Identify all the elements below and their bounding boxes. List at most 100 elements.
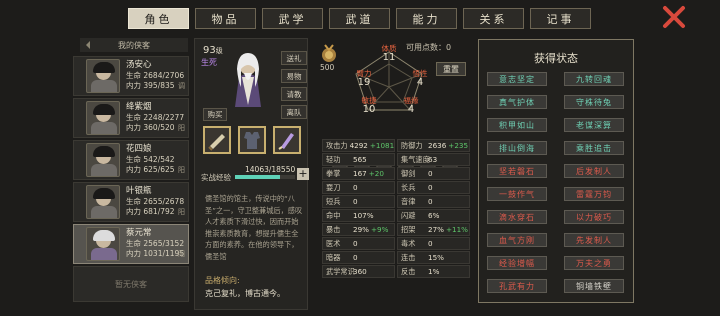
tab-journal[interactable]: 记事 [530, 8, 591, 29]
status-panel: 获得状态 意志坚定 九转回魂 真气护体 守株待兔 积甲如山 老谋深算 排山倒海 乘胜追击 坚若磐… [478, 39, 634, 303]
stat-name: 防御力 [401, 140, 423, 150]
status-badge[interactable]: 真气护体 [487, 95, 547, 109]
trade-button[interactable]: 易物 [281, 69, 307, 83]
status-badge[interactable]: 守株待兔 [564, 95, 624, 109]
tab-items[interactable]: 物品 [195, 8, 256, 29]
stat-cell: 攻击力 4292 +1081 [322, 139, 395, 152]
status-badge[interactable]: 铜墙铁壁 [564, 279, 624, 293]
tab-martial-way[interactable]: 武道 [329, 8, 390, 29]
stat-value: 167 [353, 169, 367, 178]
bias-value: 克己复礼，博古通今。 [205, 289, 285, 298]
leave-party-button[interactable]: 离队 [281, 105, 307, 119]
stats-row: 医术 0 毒术 0 [322, 237, 472, 250]
brush-icon [278, 133, 294, 150]
avatar [86, 59, 120, 93]
stat-value: 4292 [349, 141, 368, 150]
status-badge[interactable]: 雷霆万钧 [564, 187, 624, 201]
stat-name: 短兵 [326, 196, 341, 206]
status-badge[interactable]: 先发制人 [564, 233, 624, 247]
stat-value: 15% [428, 253, 444, 262]
status-badge[interactable]: 九转回魂 [564, 72, 624, 86]
hero-name: 叶银瓶 [126, 186, 152, 197]
stats-row: 耍刀 0 长兵 0 [322, 181, 472, 194]
status-badge[interactable]: 意志坚定 [487, 72, 547, 86]
avatar [86, 227, 120, 261]
hero-name: 绛紫烟 [126, 102, 152, 113]
stat-value: 565 [353, 155, 367, 164]
attr-value-fortune: 4 [407, 104, 415, 115]
stat-cell: 拳掌 167 +20 [322, 167, 395, 180]
stat-name: 暗器 [326, 252, 341, 262]
status-badge[interactable]: 万夫之勇 [564, 256, 624, 270]
armor-slot[interactable] [238, 126, 266, 154]
tab-bar: 角色 物品 武学 武道 能力 关系 记事 [128, 8, 591, 29]
stat-name: 长兵 [401, 182, 416, 192]
armor-icon [244, 132, 260, 149]
empty-label: 暂无侠客 [115, 279, 147, 289]
attr-value-agility: 10 [362, 104, 376, 115]
add-exp-button[interactable]: + [297, 168, 309, 180]
hero-card[interactable]: 汤安心 生命 2684/2706 内力 395/835 调 [73, 56, 189, 96]
tab-relations[interactable]: 关系 [463, 8, 524, 29]
stat-value: 29% [353, 225, 369, 234]
status-badge[interactable]: 血气方刚 [487, 233, 547, 247]
tab-martial-arts[interactable]: 武学 [262, 8, 323, 29]
stat-bonus: +20 [368, 169, 384, 178]
hero-name: 花四娘 [126, 144, 152, 155]
hero-card[interactable]: 叶银瓶 生命 2655/2678 内力 681/792 阳 [73, 182, 189, 222]
tab-abilities[interactable]: 能力 [396, 8, 457, 29]
avatar [86, 101, 120, 135]
consult-button[interactable]: 请教 [281, 87, 307, 101]
stat-name: 命中 [326, 210, 341, 220]
stat-cell: 武学常识 360 [322, 265, 395, 278]
hero-card-selected[interactable]: 蔡元常 生命 2565/3152 内力 1031/1195 阳 [73, 224, 189, 264]
hero-mp: 内力 1031/1195 [126, 249, 185, 259]
status-badge[interactable]: 老谋深算 [564, 118, 624, 132]
stat-cell: 命中 107% [322, 209, 395, 222]
stat-value: 2636 [428, 141, 447, 150]
stat-cell: 防御力 2636 +235 [397, 139, 470, 152]
status-badge[interactable]: 坚若磐石 [487, 164, 547, 178]
status-badge[interactable]: 积甲如山 [487, 118, 547, 132]
stat-cell: 短兵 0 [322, 195, 395, 208]
stat-name: 攻击力 [326, 140, 348, 150]
hero-hp: 生命 2684/2706 [126, 70, 185, 80]
hero-mp: 内力 681/792 [126, 207, 175, 217]
status-badge[interactable]: 以力破巧 [564, 210, 624, 224]
status-badge[interactable]: 乘胜追击 [564, 141, 624, 155]
status-badge[interactable]: 排山倒海 [487, 141, 547, 155]
gift-button[interactable]: 送礼 [281, 51, 307, 65]
tab-character[interactable]: 角色 [128, 8, 189, 29]
stats-row: 暴击 29% +9% 招架 27% +11% [322, 223, 472, 236]
stats-row: 暗器 0 连击 15% [322, 251, 472, 264]
stat-value: 1% [428, 267, 440, 276]
hero-tag: 阳 [178, 166, 185, 174]
hero-tag: 阳 [178, 124, 185, 132]
stat-bonus: +235 [448, 141, 469, 150]
buy-button[interactable]: 购买 [203, 108, 227, 121]
stats-table: 攻击力 4292 +1081 防御力 2636 +235 轻功 565 集气速度 63 拳掌 167 +… [322, 139, 472, 279]
stat-cell: 长兵 0 [397, 181, 470, 194]
stats-row: 短兵 0 音律 0 [322, 195, 472, 208]
hero-hp: 生命 2655/2678 [126, 196, 185, 206]
reset-button[interactable]: 重置 [436, 62, 466, 76]
accessory-slot[interactable] [273, 126, 301, 154]
status-badge[interactable]: 滴水穿石 [487, 210, 547, 224]
biography: 儒圣馆的馆主，传说中的“八圣”之一，守卫整兼城后，感叹人才素质下滑过快，因而开始… [205, 194, 303, 261]
stat-value: 6% [428, 211, 440, 220]
status-badge[interactable]: 后发制人 [564, 164, 624, 178]
status-badge[interactable]: 孔武有力 [487, 279, 547, 293]
stats-row: 轻功 565 集气速度 63 [322, 153, 472, 166]
profile-panel: 93级 生死 送礼 易物 请教 离队 购买 14063/18550 实战经验 +… [194, 38, 309, 310]
status-badge[interactable]: 一鼓作气 [487, 187, 547, 201]
hero-mp: 内力 360/520 [126, 123, 175, 133]
status-badge[interactable]: 经验增幅 [487, 256, 547, 270]
hero-card[interactable]: 花四娘 生命 542/542 内力 625/625 阳 [73, 140, 189, 180]
hero-hp: 生命 542/542 [126, 154, 175, 164]
hero-name: 蔡元常 [126, 228, 152, 239]
stat-value: 63 [428, 155, 438, 164]
weapon-slot[interactable] [203, 126, 231, 154]
hero-card[interactable]: 绛紫烟 生命 2248/2277 内力 360/520 阳 [73, 98, 189, 138]
close-icon[interactable] [662, 5, 686, 29]
stat-value: 107% [353, 211, 374, 220]
